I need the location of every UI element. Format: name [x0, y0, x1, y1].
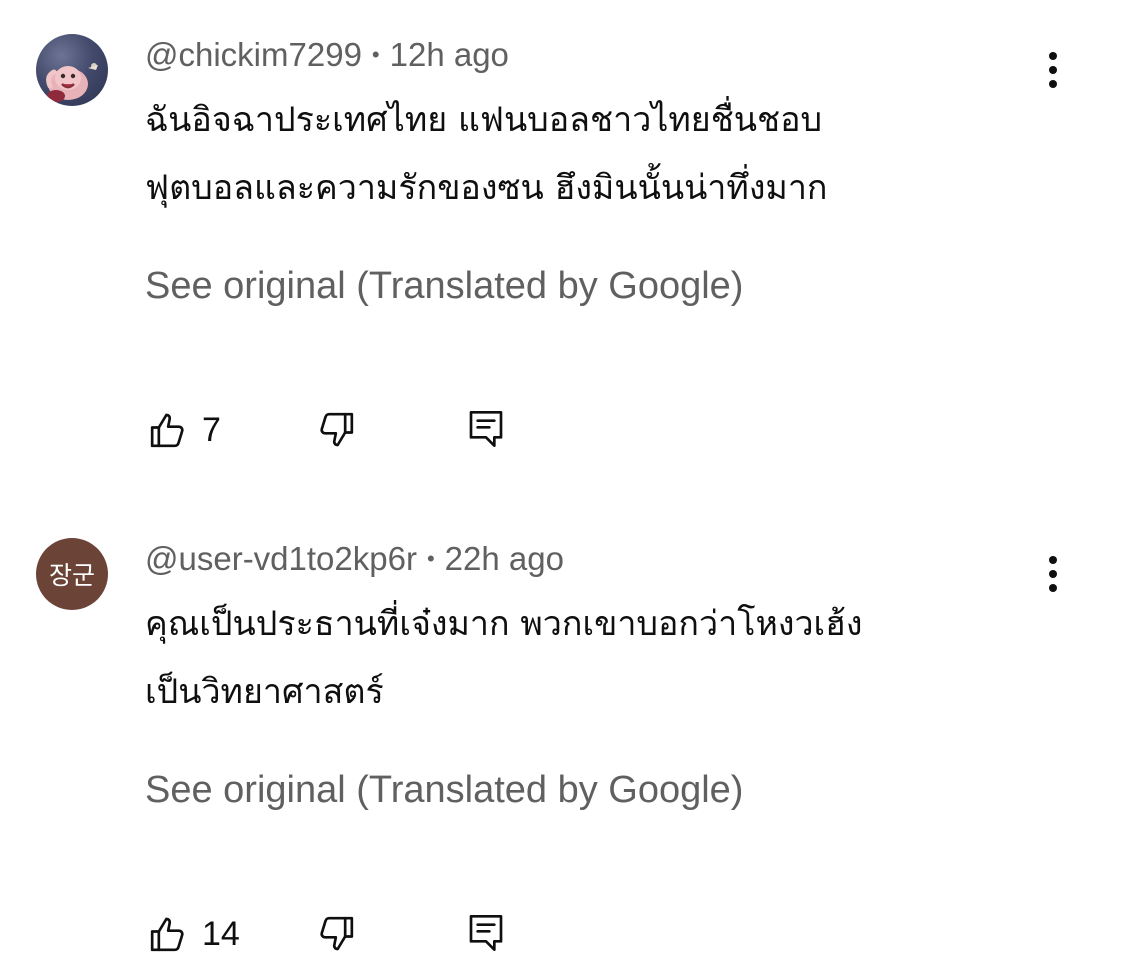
comment-text-line: ฉันอิจฉาประเทศไทย แฟนบอลชาวไทยชื่นชอบ [145, 100, 823, 140]
like-count: 14 [202, 914, 240, 953]
see-original-link[interactable]: See original (Translated by Google) [145, 768, 743, 812]
profile-photo-icon [46, 63, 98, 102]
reply-button[interactable] [466, 912, 506, 954]
comment-time[interactable]: 12h ago [390, 36, 509, 73]
comment-text-line: ฟุตบอลและความรักของซน ฮึงมินนั้นน่าทึ่งม… [145, 168, 828, 208]
avatar[interactable]: 장군 [36, 538, 108, 610]
like-button[interactable]: 7 [148, 410, 221, 450]
comment-meta: @user-vd1to2kp6r • 22h ago [145, 539, 564, 579]
reply-comment-icon [469, 411, 503, 447]
comment-time[interactable]: 22h ago [445, 540, 564, 577]
more-vertical-icon [1049, 556, 1057, 592]
thumbs-down-icon [320, 412, 354, 447]
like-button[interactable]: 14 [148, 914, 240, 954]
comment-1: @chickim7299 • 12h ago ฉันอิจฉาประเทศไทย แ… [0, 0, 1125, 470]
author-handle[interactable]: @user-vd1to2kp6r [145, 540, 417, 577]
thumbs-up-icon [150, 917, 184, 952]
like-count: 7 [202, 410, 221, 449]
reply-comment-icon [469, 914, 503, 951]
comment-text: ฉันอิจฉาประเทศไทย แฟนบอลชาวไทยชื่นชอบ ฟุ… [145, 86, 1025, 222]
thumbs-up-icon [150, 413, 184, 448]
dislike-button[interactable] [316, 914, 356, 954]
comment-text-line: คุณเป็นประธานที่เจ๋งมาก พวกเขาบอกว่าโหงว… [145, 604, 863, 644]
meta-separator: • [426, 546, 435, 571]
author-handle[interactable]: @chickim7299 [145, 36, 362, 73]
see-original-link[interactable]: See original (Translated by Google) [145, 264, 743, 308]
comment-text-line: เป็นวิทยาศาสตร์ [145, 672, 384, 712]
more-vertical-icon [1049, 52, 1057, 88]
avatar[interactable] [36, 34, 108, 106]
dislike-button[interactable] [316, 410, 356, 450]
comment-meta: @chickim7299 • 12h ago [145, 35, 509, 75]
more-options-button[interactable] [1034, 47, 1072, 93]
more-options-button[interactable] [1034, 551, 1072, 597]
reply-button[interactable] [466, 408, 506, 450]
meta-separator: • [371, 42, 380, 67]
thumbs-down-icon [320, 916, 354, 951]
comment-text: คุณเป็นประธานที่เจ๋งมาก พวกเขาบอกว่าโหงว… [145, 590, 1025, 726]
comment-2: 장군 @user-vd1to2kp6r • 22h ago คุณเป็นประธา… [0, 500, 1125, 966]
